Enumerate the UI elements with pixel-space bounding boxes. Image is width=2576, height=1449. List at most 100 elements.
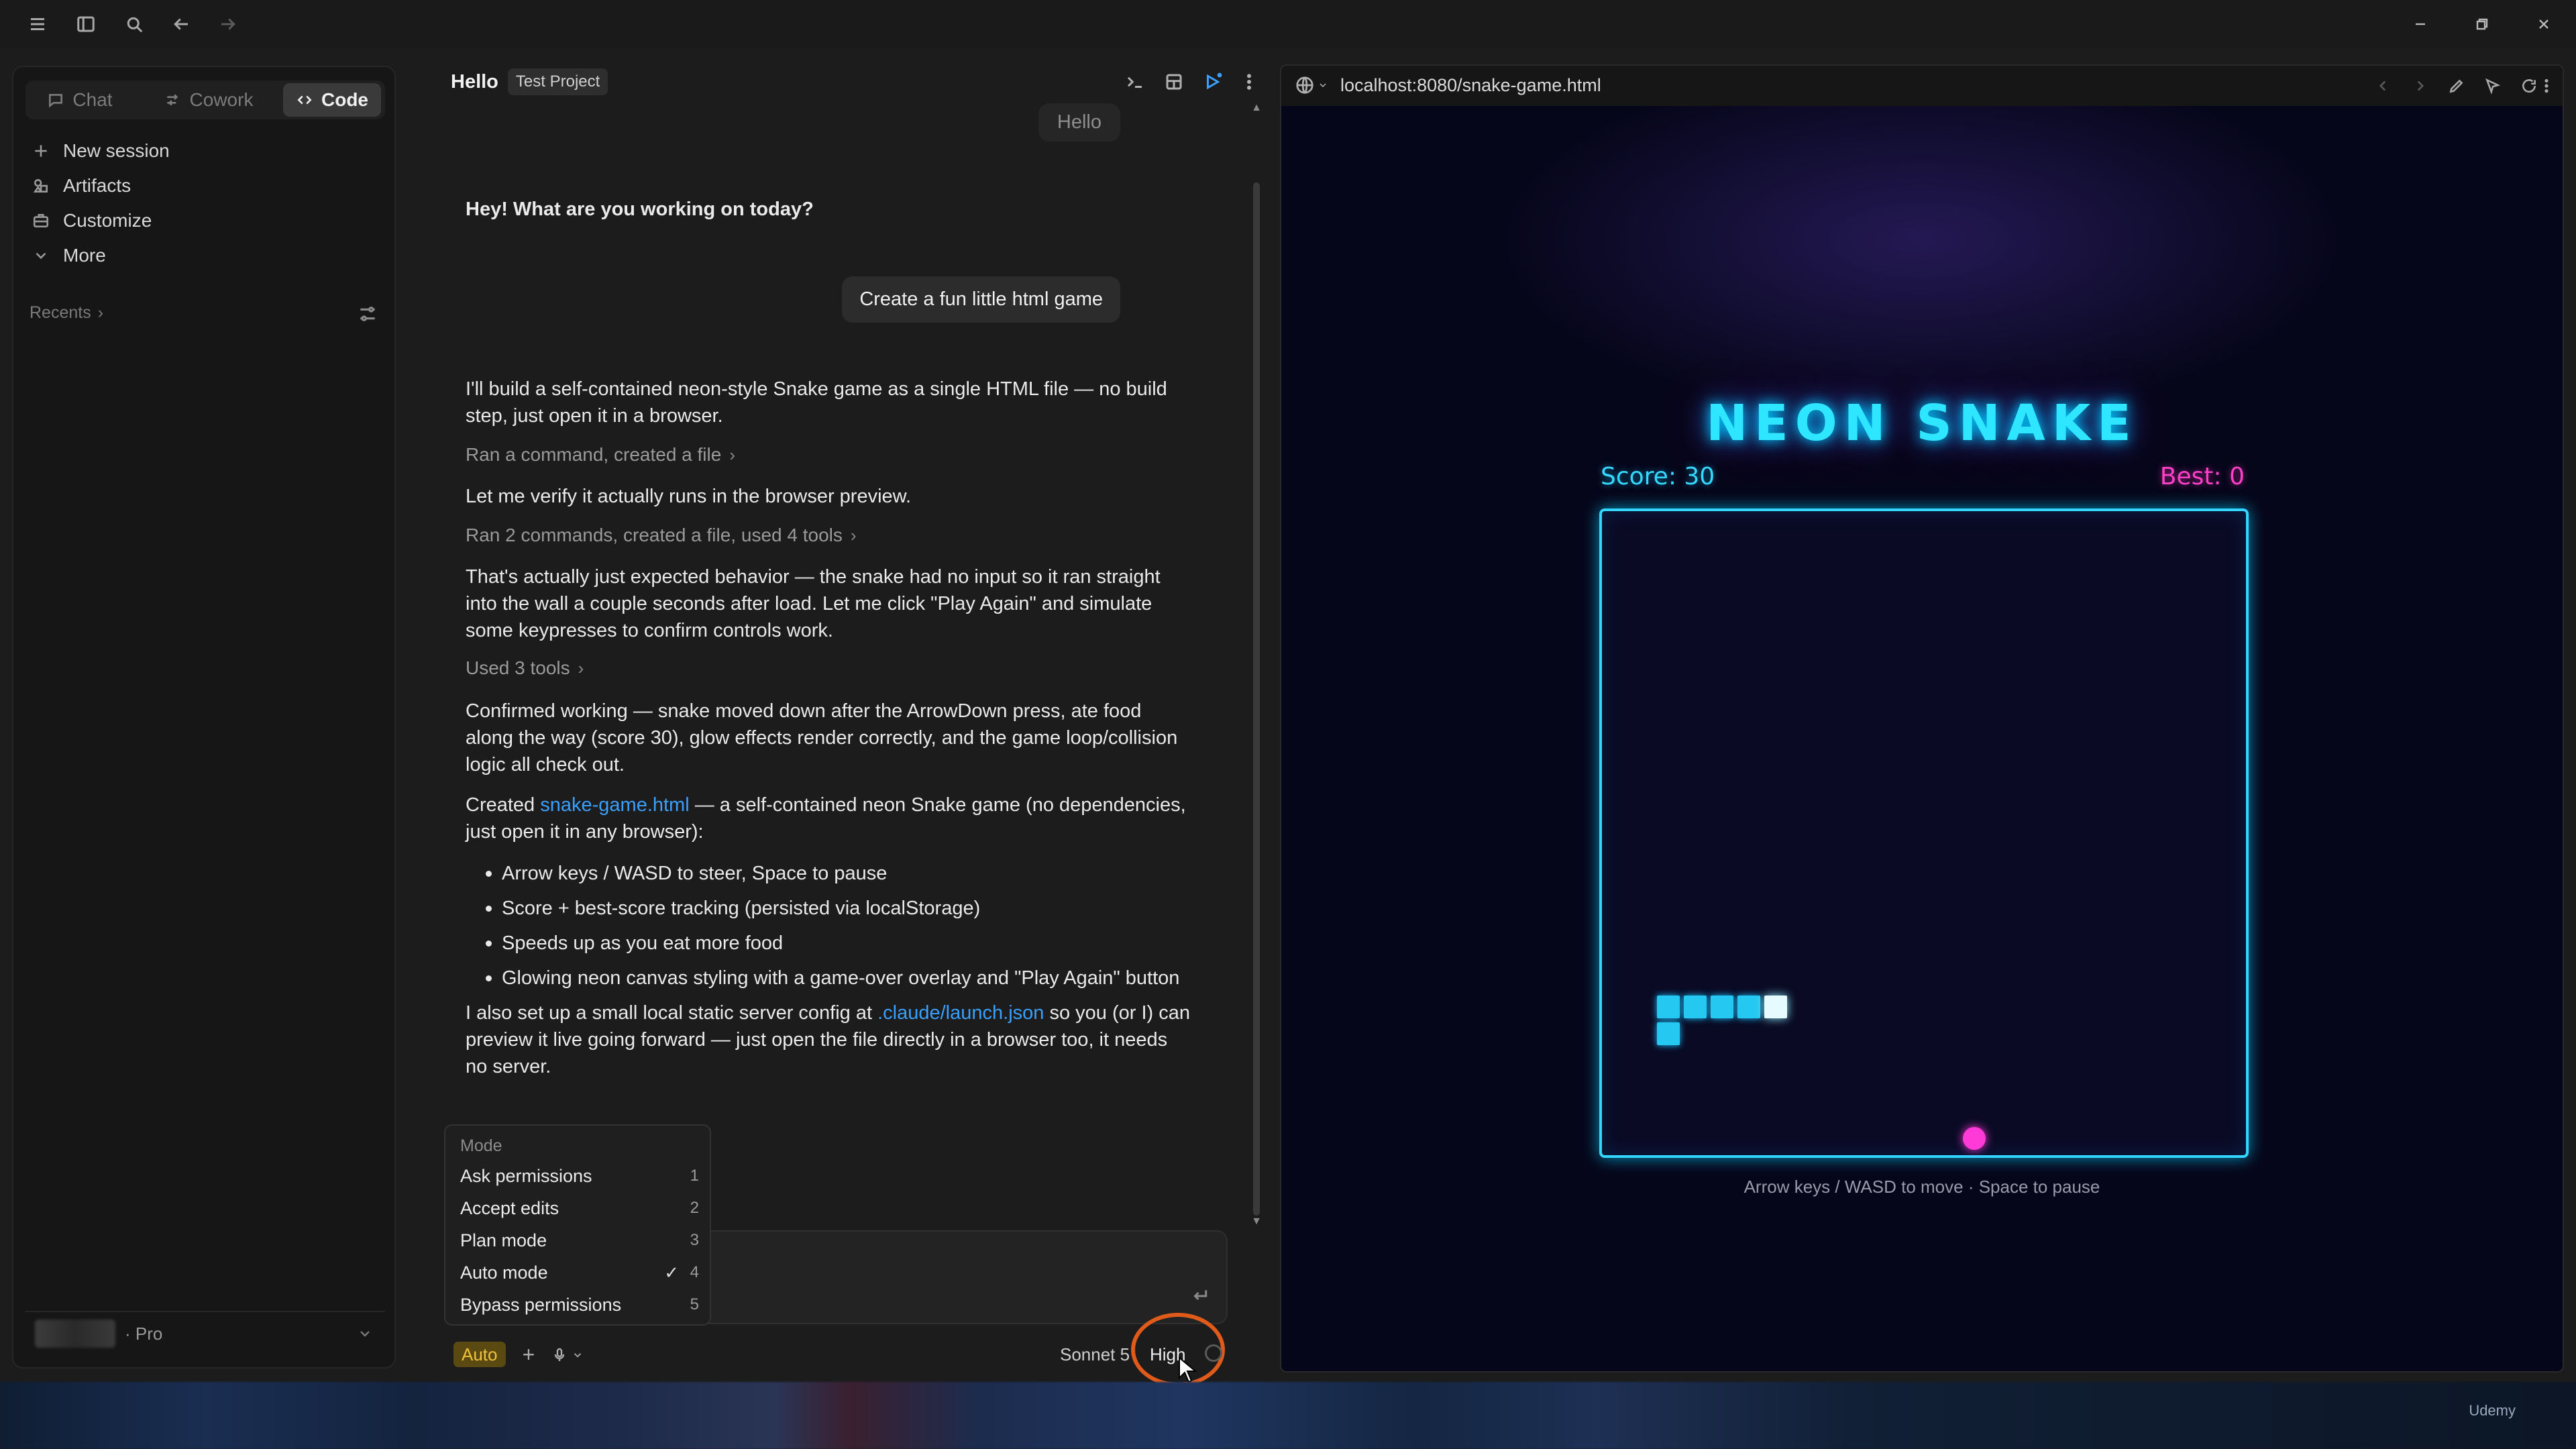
browser-preview: localhost:8080/snake-game.html NEON SNAK… bbox=[1280, 64, 2564, 1373]
snake-segment bbox=[1657, 1022, 1680, 1045]
recents-header[interactable]: Recents › bbox=[30, 303, 103, 323]
file-link[interactable]: .claude/launch.json bbox=[877, 1002, 1044, 1024]
tool-summary[interactable]: Used 3 tools › bbox=[466, 657, 584, 679]
snake-segment bbox=[1737, 996, 1760, 1018]
account-switcher[interactable]: · Pro bbox=[25, 1311, 385, 1355]
tab-chat[interactable]: Chat bbox=[30, 83, 130, 117]
forward-arrow-icon[interactable] bbox=[213, 9, 243, 39]
file-link[interactable]: snake-game.html bbox=[540, 794, 689, 816]
snake-segment bbox=[1684, 996, 1707, 1018]
scroll-up-arrow[interactable]: ▲ bbox=[1250, 102, 1263, 114]
tool-summary[interactable]: Ran a command, created a file › bbox=[466, 444, 735, 466]
mode-pill[interactable]: Auto bbox=[453, 1342, 506, 1367]
mode-option-label: Ask permissions bbox=[460, 1165, 592, 1186]
tool-summary[interactable]: Ran 2 commands, created a file, used 4 t… bbox=[466, 525, 857, 546]
mode-option-bypass-permissions[interactable]: Bypass permissions 5 bbox=[460, 1289, 699, 1320]
mode-option-label: Bypass permissions bbox=[460, 1294, 622, 1315]
edit-icon[interactable] bbox=[2445, 74, 2469, 98]
sidebar-item-new-session[interactable]: New session bbox=[32, 136, 170, 166]
recents-label: Recents bbox=[30, 303, 91, 322]
close-icon[interactable] bbox=[2528, 9, 2560, 39]
mode-option-ask-permissions[interactable]: Ask permissions 1 bbox=[460, 1161, 699, 1191]
sidebar-item-more[interactable]: More bbox=[32, 240, 106, 271]
menu-icon[interactable] bbox=[23, 9, 52, 39]
restore-icon[interactable] bbox=[2466, 9, 2498, 39]
shortcut-key: 1 bbox=[690, 1167, 699, 1185]
mode-option-plan-mode[interactable]: Plan mode 3 bbox=[460, 1225, 699, 1256]
briefcase-icon bbox=[33, 214, 49, 227]
more-vertical-icon[interactable] bbox=[1236, 68, 1263, 95]
add-attachment-button[interactable]: + bbox=[517, 1342, 541, 1367]
chat-title[interactable]: Hello bbox=[451, 71, 498, 93]
forward-icon[interactable] bbox=[2408, 74, 2432, 98]
feature-list: Arrow keys / WASD to steer, Space to pau… bbox=[486, 856, 1179, 996]
model-selector[interactable]: Sonnet 5 bbox=[1060, 1344, 1130, 1365]
score-label: Score: 30 bbox=[1601, 463, 1715, 490]
tool-summary-label: Used 3 tools bbox=[466, 657, 570, 678]
url-bar: localhost:8080/snake-game.html bbox=[1281, 66, 2563, 106]
checkmark-icon: ✓ bbox=[664, 1262, 679, 1283]
mode-option-label: Accept edits bbox=[460, 1197, 559, 1218]
globe-icon[interactable] bbox=[1295, 75, 1328, 95]
sidebar-toggle-icon[interactable] bbox=[71, 9, 101, 39]
sidebar-item-artifacts[interactable]: Artifacts bbox=[32, 170, 131, 201]
tab-cowork[interactable]: Cowork bbox=[145, 83, 272, 117]
tab-cowork-label: Cowork bbox=[189, 89, 254, 110]
minimize-icon[interactable] bbox=[2404, 9, 2436, 39]
assistant-paragraph: Confirmed working — snake moved down aft… bbox=[466, 700, 1178, 775]
account-plan: · Pro bbox=[125, 1323, 163, 1344]
chat-bubble-icon bbox=[49, 94, 63, 108]
url-field[interactable]: localhost:8080/snake-game.html bbox=[1340, 75, 1601, 96]
chat-header: Hello Test Project bbox=[451, 67, 608, 97]
plus-icon bbox=[35, 145, 47, 157]
project-badge[interactable]: Test Project bbox=[507, 68, 608, 95]
sidebar-item-customize[interactable]: Customize bbox=[32, 205, 152, 236]
chat-scrollbar[interactable] bbox=[1253, 182, 1260, 1216]
mode-tabs: Chat Cowork Code bbox=[25, 80, 385, 119]
chevron-right-icon: › bbox=[729, 444, 735, 465]
cowork-icon bbox=[166, 94, 178, 106]
sidebar: Chat Cowork Code New session Artifacts C… bbox=[12, 66, 396, 1368]
game-board[interactable] bbox=[1599, 508, 2249, 1158]
chevron-down-icon bbox=[36, 252, 46, 260]
list-item: Glowing neon canvas styling with a game-… bbox=[486, 961, 1179, 996]
select-element-icon[interactable] bbox=[2481, 74, 2505, 98]
taskbar bbox=[0, 1382, 2576, 1449]
watermark-label: Udemy bbox=[2469, 1402, 2516, 1419]
shortcut-key: 2 bbox=[690, 1199, 699, 1217]
panel-icon[interactable] bbox=[1161, 68, 1187, 95]
chevron-down-icon bbox=[574, 1353, 582, 1358]
chevron-right-icon: › bbox=[850, 525, 857, 545]
assistant-message: Hey! What are you working on today? bbox=[466, 199, 814, 220]
game-title: NEON SNAKE bbox=[1706, 394, 2138, 452]
sidebar-item-label: Customize bbox=[63, 210, 152, 231]
filter-icon[interactable] bbox=[357, 303, 378, 328]
mode-option-accept-edits[interactable]: Accept edits 2 bbox=[460, 1193, 699, 1224]
tab-code[interactable]: Code bbox=[283, 83, 381, 117]
preview-play-icon[interactable] bbox=[1199, 68, 1226, 95]
page-viewport[interactable]: NEON SNAKE Score: 30 Best: 0 Arrow keys … bbox=[1281, 106, 2563, 1371]
food-pellet bbox=[1963, 1127, 1986, 1150]
back-arrow-icon[interactable] bbox=[166, 9, 196, 39]
chevron-right-icon: › bbox=[578, 657, 584, 678]
context-usage-icon bbox=[1205, 1344, 1222, 1362]
title-bar bbox=[0, 0, 2576, 48]
sidebar-item-label: New session bbox=[63, 140, 170, 161]
scroll-down-arrow[interactable]: ▼ bbox=[1250, 1216, 1263, 1228]
message-list[interactable]: Hello Hey! What are you working on today… bbox=[443, 101, 1228, 1221]
microphone-icon bbox=[554, 1348, 565, 1361]
tool-summary-label: Ran 2 commands, created a file, used 4 t… bbox=[466, 525, 843, 545]
enter-icon[interactable] bbox=[1190, 1286, 1210, 1309]
user-message-bubble: Create a fun little html game bbox=[842, 276, 1120, 323]
list-item: Speeds up as you eat more food bbox=[486, 926, 1179, 961]
terminal-icon[interactable] bbox=[1122, 68, 1148, 95]
mode-option-auto-mode[interactable]: Auto mode ✓ 4 bbox=[460, 1257, 699, 1288]
sidebar-item-label: More bbox=[63, 245, 106, 266]
microphone-button[interactable] bbox=[551, 1343, 584, 1367]
assistant-paragraph: That's actually just expected behavior —… bbox=[466, 566, 1161, 641]
back-icon[interactable] bbox=[2371, 74, 2395, 98]
search-icon[interactable] bbox=[119, 9, 149, 39]
more-vertical-icon[interactable] bbox=[2534, 74, 2559, 98]
shortcut-key: 5 bbox=[690, 1295, 699, 1313]
message-input[interactable] bbox=[684, 1230, 1228, 1324]
